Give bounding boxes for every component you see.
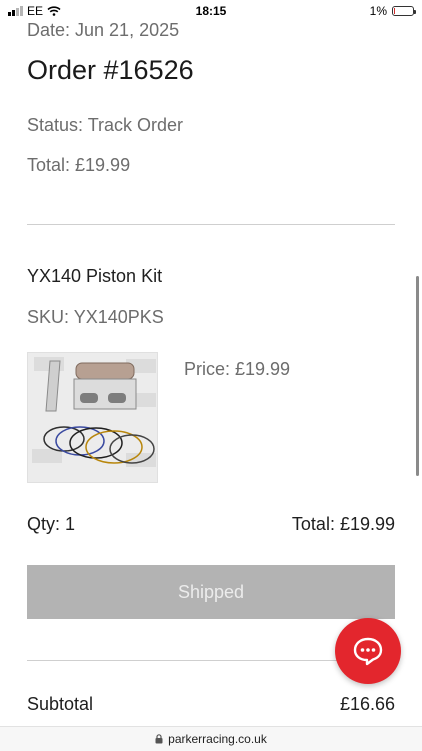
product-photo xyxy=(28,353,157,482)
order-total: Total: £19.99 xyxy=(27,155,131,175)
shipped-button[interactable]: Shipped xyxy=(27,565,395,619)
product-quantity: Qty: 1 xyxy=(27,514,76,534)
subtotal-label: Subtotal xyxy=(27,694,94,714)
order-status: Status: Track Order xyxy=(27,115,184,135)
chat-button[interactable] xyxy=(335,618,401,684)
product-price: Price: £19.99 xyxy=(184,359,291,379)
order-title: Order #16526 xyxy=(27,55,194,85)
status-right: 1% xyxy=(369,4,416,18)
status-bar: EE 18:15 1% xyxy=(0,0,422,22)
order-date: Date: Jun 21, 2025 xyxy=(27,22,180,40)
piston-kit-product-image[interactable] xyxy=(27,352,158,483)
lock-icon xyxy=(155,734,163,744)
product-sku: SKU: YX140PKS xyxy=(27,307,164,327)
line-total: Total: £19.99 xyxy=(291,514,395,534)
battery-percent: 1% xyxy=(369,4,387,18)
chat-bubble-icon xyxy=(353,637,383,666)
clock: 18:15 xyxy=(195,4,227,18)
battery-icon xyxy=(392,6,416,16)
url-domain[interactable]: parkerracing.co.uk xyxy=(168,732,267,746)
product-name[interactable]: YX140 Piston Kit xyxy=(27,266,162,287)
scrollbar[interactable] xyxy=(416,276,419,476)
subtotal-value: £16.66 xyxy=(339,694,395,714)
battery-level xyxy=(394,8,396,14)
divider xyxy=(27,224,395,225)
browser-url-bar[interactable]: parkerracing.co.uk xyxy=(0,726,422,751)
